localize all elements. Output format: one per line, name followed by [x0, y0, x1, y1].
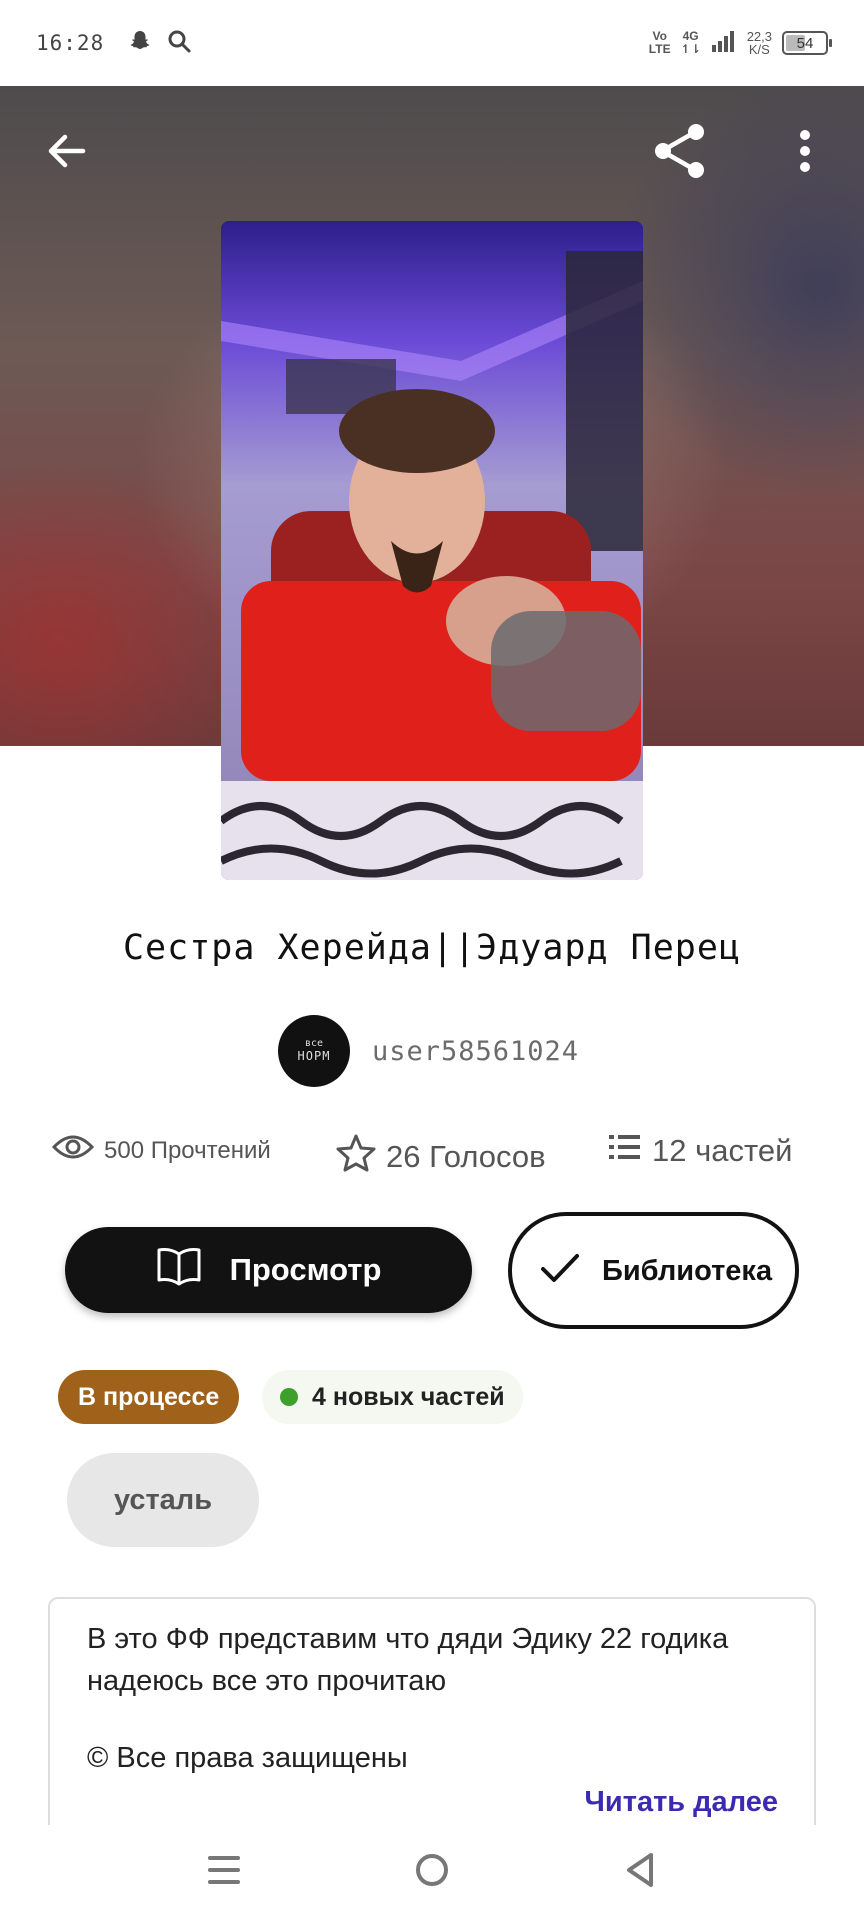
- copyright-text: © Все права защищены: [87, 1742, 408, 1774]
- more-options-button[interactable]: [780, 118, 830, 188]
- volte-label: Vo LTE: [648, 29, 671, 56]
- parts-count: 12 частей: [652, 1133, 793, 1168]
- book-open-icon: [156, 1246, 202, 1294]
- tag-chip[interactable]: усталь: [67, 1453, 259, 1547]
- reads-stat: 500 Прочтений: [51, 1133, 271, 1168]
- home-button[interactable]: [392, 1838, 472, 1908]
- eye-icon: [51, 1133, 95, 1168]
- status-badge: В процессе: [58, 1370, 240, 1424]
- arrow-left-icon: [45, 129, 89, 178]
- battery-icon: 54: [782, 31, 832, 55]
- system-back-button[interactable]: [600, 1838, 680, 1908]
- star-icon: [336, 1133, 376, 1181]
- description-text: В это ФФ представим что дяди Эдику 22 го…: [87, 1623, 729, 1697]
- new-parts-badge: 4 новых частей: [262, 1370, 523, 1424]
- status-time: 16:28: [36, 31, 105, 55]
- new-parts-label: 4 новых частей: [312, 1382, 505, 1411]
- share-button[interactable]: [644, 118, 716, 188]
- menu-icon: [206, 1854, 242, 1891]
- author-name: user58561024: [372, 1035, 580, 1067]
- new-indicator-dot: [280, 1388, 298, 1406]
- check-icon: [540, 1252, 580, 1289]
- status-bar: 16:28 Vo LTE 4G ↿⇂ 22,3 K/S 54: [0, 0, 864, 86]
- view-button[interactable]: Просмотр: [65, 1227, 472, 1313]
- votes-stat: 26 Голосов: [336, 1133, 546, 1181]
- read-more-link[interactable]: Читать далее: [585, 1786, 778, 1819]
- snapchat-icon: [128, 29, 152, 58]
- library-button[interactable]: Библиотека: [508, 1212, 799, 1329]
- recent-apps-button[interactable]: [184, 1838, 264, 1908]
- home-circle-icon: [414, 1852, 450, 1893]
- avatar: все НОРМ: [278, 1015, 350, 1087]
- view-button-label: Просмотр: [229, 1252, 382, 1287]
- list-icon: [608, 1133, 642, 1169]
- back-button[interactable]: [34, 120, 100, 186]
- story-cover-image[interactable]: [221, 221, 643, 880]
- system-nav-bar: [0, 1825, 864, 1920]
- votes-count: 26 Голосов: [386, 1139, 546, 1174]
- parts-stat: 12 частей: [608, 1133, 792, 1169]
- network-speed: 22,3 K/S: [746, 29, 772, 57]
- network-type: 4G ↿⇂: [680, 29, 701, 56]
- search-icon: [166, 28, 192, 59]
- triangle-back-icon: [623, 1851, 657, 1894]
- story-title: Сестра Херейда||Эдуард Перец: [122, 928, 741, 968]
- author-link[interactable]: все НОРМ user58561024: [278, 1015, 579, 1087]
- battery-level: 54: [796, 34, 814, 52]
- signal-icon: [711, 29, 737, 58]
- reads-count: 500 Прочтений: [104, 1136, 271, 1164]
- share-icon: [649, 120, 711, 187]
- more-vertical-icon: [798, 129, 812, 178]
- library-button-label: Библиотека: [602, 1254, 773, 1287]
